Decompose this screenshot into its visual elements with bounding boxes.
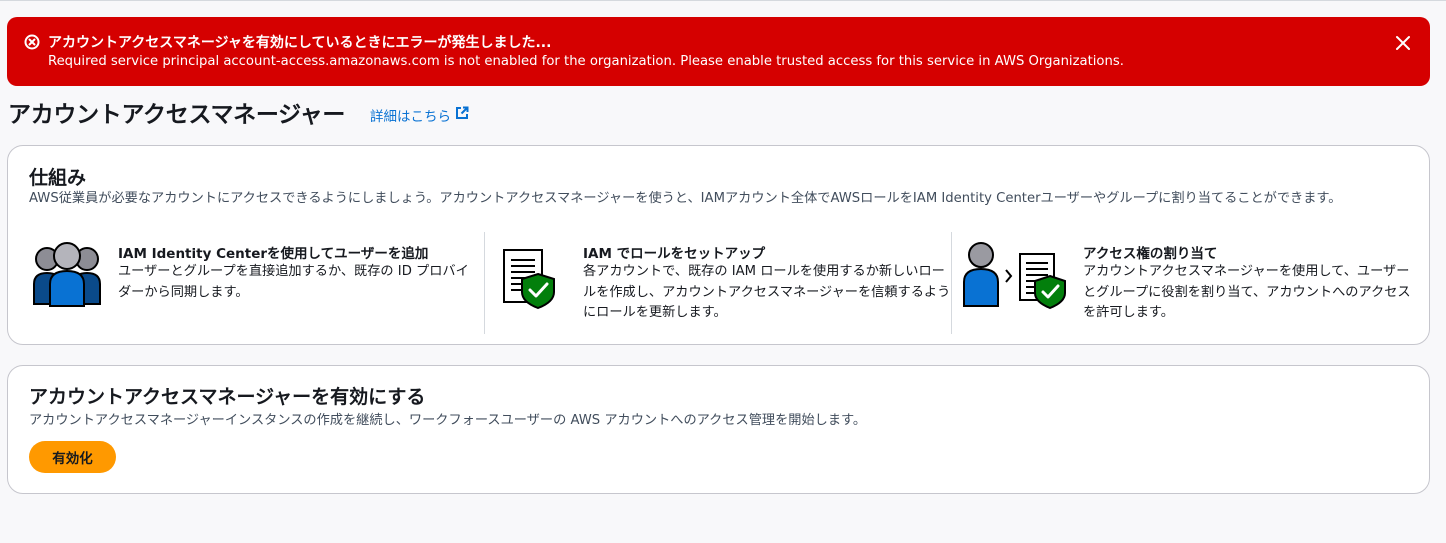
close-icon[interactable] — [1393, 33, 1413, 53]
flashbar-message: Required service principal account-acces… — [48, 54, 1124, 69]
users-group-icon — [31, 242, 103, 312]
step-3-title: アクセス権の割り当て — [1083, 246, 1218, 262]
enable-button[interactable]: 有効化 — [29, 441, 116, 473]
how-it-works-title: 仕組み — [29, 167, 87, 189]
enable-description: アカウントアクセスマネージャーインスタンスの作成を継続し、ワークフォースユーザー… — [29, 413, 867, 428]
document-shield-icon — [502, 248, 558, 314]
enable-container: アカウントアクセスマネージャーを有効にする アカウントアクセスマネージャーインス… — [7, 365, 1430, 494]
step-3-text: アカウントアクセスマネージャーを使用して、ユーザーとグループに役割を割り当て、ア… — [1083, 264, 1411, 320]
error-flashbar: アカウントアクセスマネージャを有効にしているときにエラーが発生しました... R… — [7, 17, 1430, 86]
step-assign-access: アクセス権の割り当て アカウントアクセスマネージャーを使用して、ユーザーとグルー… — [962, 232, 1412, 336]
flashbar-title: アカウントアクセスマネージャを有効にしているときにエラーが発生しました... — [48, 35, 552, 51]
column-divider — [484, 232, 485, 334]
step-1-title: IAM Identity Centerを使用してユーザーを追加 — [118, 246, 429, 262]
how-it-works-container: 仕組み AWS従業員が必要なアカウントにアクセスできるようにしましょう。アカウン… — [7, 145, 1430, 345]
error-circle-icon — [24, 34, 40, 50]
enable-title: アカウントアクセスマネージャーを有効にする — [29, 386, 426, 408]
page-title: アカウントアクセスマネージャー — [8, 102, 346, 128]
step-add-users: IAM Identity Centerを使用してユーザーを追加 ユーザーとグルー… — [29, 232, 484, 336]
user-to-document-icon — [962, 242, 1067, 314]
column-divider — [951, 232, 952, 334]
step-setup-roles: IAM でロールをセットアップ 各アカウントで、既存の IAM ロールを使用する… — [502, 232, 952, 336]
top-divider — [0, 0, 1446, 1]
external-link-icon — [455, 106, 469, 124]
step-2-text: 各アカウントで、既存の IAM ロールを使用するか新しいロールを作成し、アカウン… — [583, 264, 951, 320]
learn-more-link-label: 詳細はこちら — [370, 109, 451, 125]
how-it-works-description: AWS従業員が必要なアカウントにアクセスできるようにしましょう。アカウントアクセ… — [29, 191, 1342, 206]
step-2-title: IAM でロールをセットアップ — [583, 246, 766, 262]
step-1-text: ユーザーとグループを直接追加するか、既存の ID プロバイダーから同期します。 — [118, 264, 469, 300]
learn-more-link[interactable]: 詳細はこちら — [370, 105, 469, 125]
